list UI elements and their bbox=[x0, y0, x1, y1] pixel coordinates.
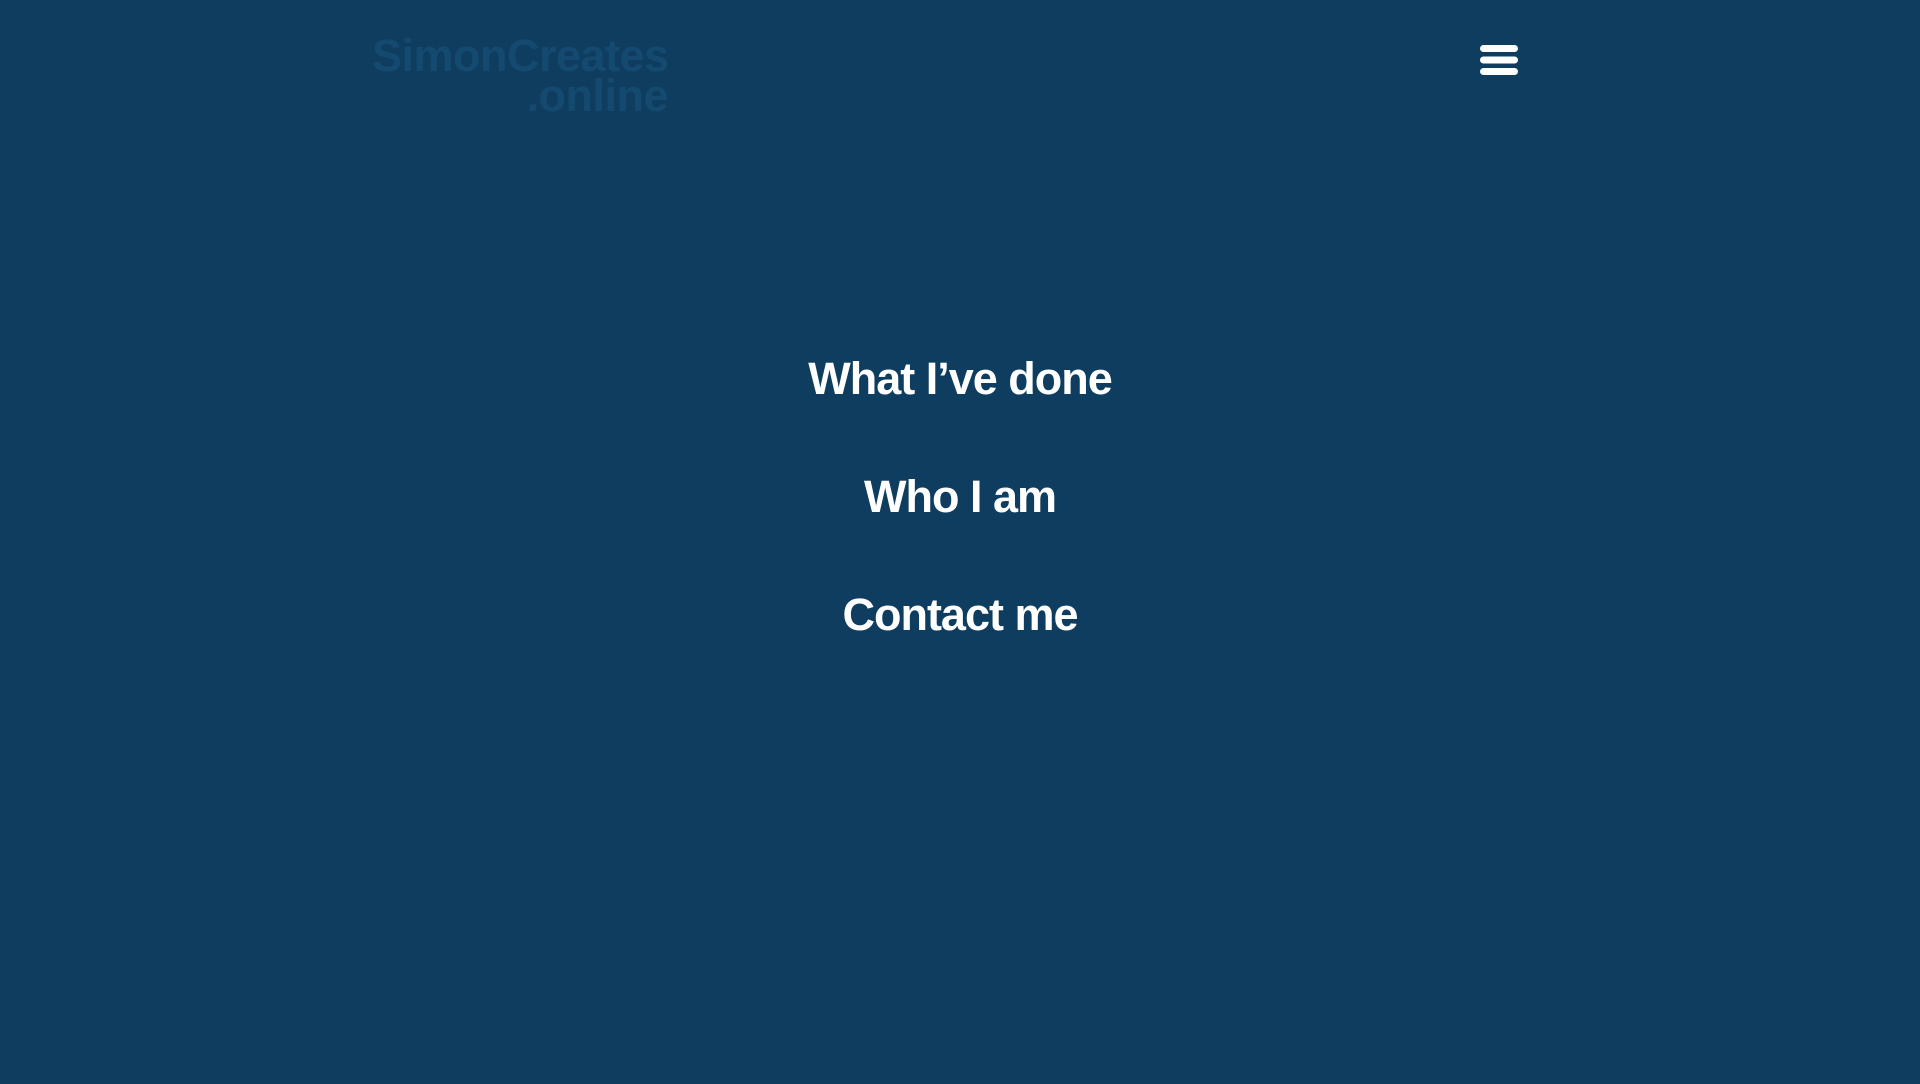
logo-line-2: .online bbox=[526, 70, 669, 121]
menu-button[interactable] bbox=[1478, 42, 1520, 78]
hamburger-menu-icon bbox=[1480, 45, 1518, 75]
nav-item-contact-me[interactable]: Contact me bbox=[0, 584, 1920, 646]
page: SimonCreates .online What I’ve done Who … bbox=[0, 0, 1920, 1084]
main-nav: What I’ve done Who I am Contact me bbox=[0, 348, 1920, 702]
site-logo[interactable]: SimonCreates .online bbox=[372, 33, 669, 121]
nav-item-who-i-am[interactable]: Who I am bbox=[0, 466, 1920, 528]
nav-item-what-ive-done[interactable]: What I’ve done bbox=[0, 348, 1920, 410]
